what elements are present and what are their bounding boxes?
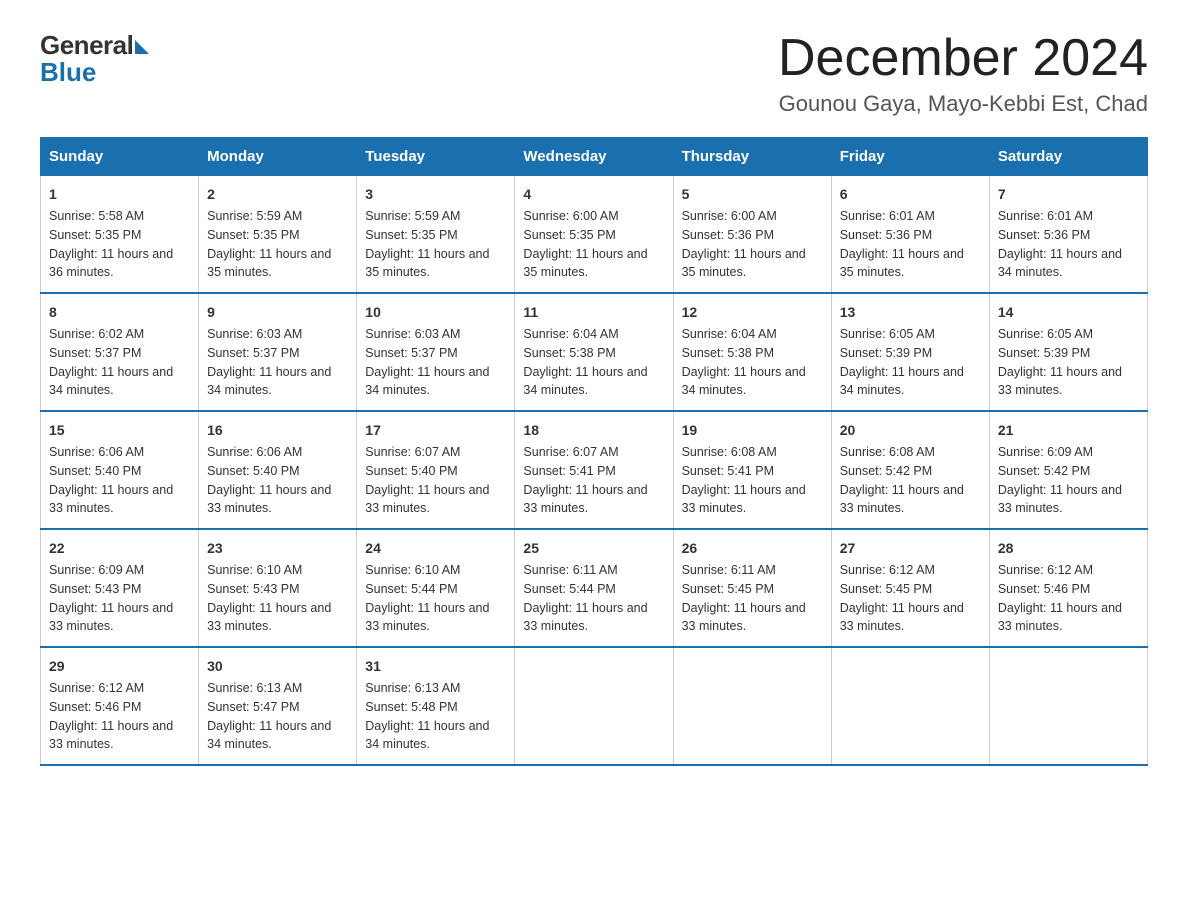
calendar-day-cell: 31Sunrise: 6:13 AMSunset: 5:48 PMDayligh… [357, 647, 515, 765]
calendar-body: 1Sunrise: 5:58 AMSunset: 5:35 PMDaylight… [41, 176, 1148, 766]
calendar-day-cell: 19Sunrise: 6:08 AMSunset: 5:41 PMDayligh… [673, 411, 831, 529]
day-number: 13 [840, 302, 981, 323]
day-number: 2 [207, 184, 348, 205]
calendar-day-cell: 12Sunrise: 6:04 AMSunset: 5:38 PMDayligh… [673, 293, 831, 411]
calendar-day-cell: 7Sunrise: 6:01 AMSunset: 5:36 PMDaylight… [989, 176, 1147, 294]
day-number: 12 [682, 302, 823, 323]
calendar-day-cell: 1Sunrise: 5:58 AMSunset: 5:35 PMDaylight… [41, 176, 199, 294]
logo-arrow-icon [135, 40, 149, 54]
day-number: 19 [682, 420, 823, 441]
calendar-week-row: 1Sunrise: 5:58 AMSunset: 5:35 PMDaylight… [41, 176, 1148, 294]
calendar-day-cell: 18Sunrise: 6:07 AMSunset: 5:41 PMDayligh… [515, 411, 673, 529]
day-number: 23 [207, 538, 348, 559]
calendar-day-cell: 24Sunrise: 6:10 AMSunset: 5:44 PMDayligh… [357, 529, 515, 647]
day-number: 17 [365, 420, 506, 441]
day-number: 18 [523, 420, 664, 441]
calendar-day-cell: 10Sunrise: 6:03 AMSunset: 5:37 PMDayligh… [357, 293, 515, 411]
logo: General Blue [40, 30, 149, 88]
day-number: 26 [682, 538, 823, 559]
calendar-week-row: 15Sunrise: 6:06 AMSunset: 5:40 PMDayligh… [41, 411, 1148, 529]
calendar-day-header: Tuesday [357, 138, 515, 176]
day-number: 9 [207, 302, 348, 323]
day-number: 29 [49, 656, 190, 677]
calendar-week-row: 29Sunrise: 6:12 AMSunset: 5:46 PMDayligh… [41, 647, 1148, 765]
calendar-day-cell: 9Sunrise: 6:03 AMSunset: 5:37 PMDaylight… [199, 293, 357, 411]
calendar-day-header: Sunday [41, 138, 199, 176]
page-header: General Blue December 2024 Gounou Gaya, … [40, 30, 1148, 117]
calendar-day-cell: 15Sunrise: 6:06 AMSunset: 5:40 PMDayligh… [41, 411, 199, 529]
day-number: 7 [998, 184, 1139, 205]
calendar-day-cell: 8Sunrise: 6:02 AMSunset: 5:37 PMDaylight… [41, 293, 199, 411]
calendar-day-header: Monday [199, 138, 357, 176]
calendar-day-cell: 20Sunrise: 6:08 AMSunset: 5:42 PMDayligh… [831, 411, 989, 529]
day-number: 10 [365, 302, 506, 323]
calendar-day-cell: 25Sunrise: 6:11 AMSunset: 5:44 PMDayligh… [515, 529, 673, 647]
day-number: 8 [49, 302, 190, 323]
calendar-week-row: 8Sunrise: 6:02 AMSunset: 5:37 PMDaylight… [41, 293, 1148, 411]
calendar-day-header: Saturday [989, 138, 1147, 176]
day-number: 3 [365, 184, 506, 205]
day-number: 16 [207, 420, 348, 441]
calendar-day-cell: 28Sunrise: 6:12 AMSunset: 5:46 PMDayligh… [989, 529, 1147, 647]
calendar-day-cell: 29Sunrise: 6:12 AMSunset: 5:46 PMDayligh… [41, 647, 199, 765]
calendar-day-cell: 4Sunrise: 6:00 AMSunset: 5:35 PMDaylight… [515, 176, 673, 294]
calendar-day-cell: 27Sunrise: 6:12 AMSunset: 5:45 PMDayligh… [831, 529, 989, 647]
calendar-day-cell: 21Sunrise: 6:09 AMSunset: 5:42 PMDayligh… [989, 411, 1147, 529]
calendar-day-header: Wednesday [515, 138, 673, 176]
calendar-day-cell: 17Sunrise: 6:07 AMSunset: 5:40 PMDayligh… [357, 411, 515, 529]
calendar-day-cell [515, 647, 673, 765]
calendar-header-row: SundayMondayTuesdayWednesdayThursdayFrid… [41, 138, 1148, 176]
day-number: 24 [365, 538, 506, 559]
day-number: 25 [523, 538, 664, 559]
calendar-day-cell [989, 647, 1147, 765]
day-number: 30 [207, 656, 348, 677]
day-number: 5 [682, 184, 823, 205]
calendar-day-cell: 2Sunrise: 5:59 AMSunset: 5:35 PMDaylight… [199, 176, 357, 294]
calendar-day-cell: 26Sunrise: 6:11 AMSunset: 5:45 PMDayligh… [673, 529, 831, 647]
day-number: 21 [998, 420, 1139, 441]
day-number: 20 [840, 420, 981, 441]
calendar-day-cell: 6Sunrise: 6:01 AMSunset: 5:36 PMDaylight… [831, 176, 989, 294]
day-number: 22 [49, 538, 190, 559]
day-number: 4 [523, 184, 664, 205]
day-number: 14 [998, 302, 1139, 323]
calendar-day-cell: 23Sunrise: 6:10 AMSunset: 5:43 PMDayligh… [199, 529, 357, 647]
calendar-day-header: Thursday [673, 138, 831, 176]
calendar-day-cell: 13Sunrise: 6:05 AMSunset: 5:39 PMDayligh… [831, 293, 989, 411]
calendar-day-cell [673, 647, 831, 765]
day-number: 28 [998, 538, 1139, 559]
calendar-day-cell: 11Sunrise: 6:04 AMSunset: 5:38 PMDayligh… [515, 293, 673, 411]
calendar-table: SundayMondayTuesdayWednesdayThursdayFrid… [40, 137, 1148, 766]
day-number: 27 [840, 538, 981, 559]
title-section: December 2024 Gounou Gaya, Mayo-Kebbi Es… [778, 30, 1148, 117]
day-number: 15 [49, 420, 190, 441]
logo-blue-text: Blue [40, 57, 96, 88]
calendar-week-row: 22Sunrise: 6:09 AMSunset: 5:43 PMDayligh… [41, 529, 1148, 647]
day-number: 11 [523, 302, 664, 323]
calendar-day-cell: 16Sunrise: 6:06 AMSunset: 5:40 PMDayligh… [199, 411, 357, 529]
location-title: Gounou Gaya, Mayo-Kebbi Est, Chad [778, 91, 1148, 117]
calendar-day-cell: 14Sunrise: 6:05 AMSunset: 5:39 PMDayligh… [989, 293, 1147, 411]
calendar-day-header: Friday [831, 138, 989, 176]
month-title: December 2024 [778, 30, 1148, 87]
day-number: 31 [365, 656, 506, 677]
calendar-day-cell: 30Sunrise: 6:13 AMSunset: 5:47 PMDayligh… [199, 647, 357, 765]
calendar-day-cell: 5Sunrise: 6:00 AMSunset: 5:36 PMDaylight… [673, 176, 831, 294]
calendar-day-cell [831, 647, 989, 765]
calendar-day-cell: 22Sunrise: 6:09 AMSunset: 5:43 PMDayligh… [41, 529, 199, 647]
day-number: 6 [840, 184, 981, 205]
calendar-day-cell: 3Sunrise: 5:59 AMSunset: 5:35 PMDaylight… [357, 176, 515, 294]
day-number: 1 [49, 184, 190, 205]
